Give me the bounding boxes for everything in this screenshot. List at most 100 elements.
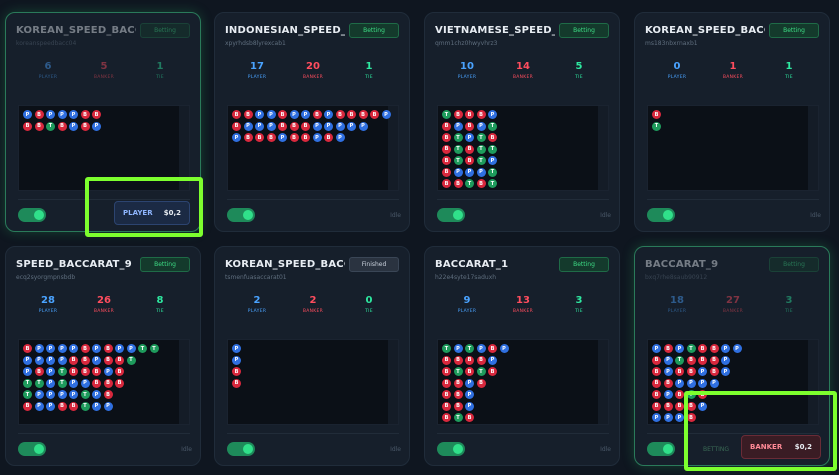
- bead-road: PBBBPTPBPPBBBP: [18, 105, 190, 191]
- bead-player: P: [34, 401, 44, 411]
- auto-bet-toggle[interactable]: [437, 208, 465, 222]
- auto-bet-toggle[interactable]: [18, 442, 46, 456]
- bead-banker: B: [442, 156, 451, 165]
- player-stat: 6 PLAYER: [38, 61, 58, 80]
- table-id: bxq7rhe8saub90912: [645, 274, 708, 281]
- table-card[interactable]: KOREAN_SPEED_BACCARAT koreanspeedbacc04 …: [5, 12, 201, 232]
- toggle-knob: [663, 210, 673, 220]
- stats-row: 0 PLAYER 1 BANKER 1 TIE: [635, 61, 829, 91]
- road-scrollbar[interactable]: [808, 340, 818, 424]
- road-scrollbar[interactable]: [388, 106, 398, 190]
- bead-banker: B: [301, 121, 310, 131]
- bet-amount: $0,2: [794, 443, 812, 451]
- bead-player: P: [686, 378, 696, 388]
- status-badge: Betting: [349, 23, 399, 38]
- road-scrollbar[interactable]: [808, 106, 818, 190]
- bead-player: P: [69, 390, 78, 399]
- auto-bet-toggle[interactable]: [227, 442, 255, 456]
- bead-player: P: [453, 344, 463, 353]
- bead-player: P: [663, 367, 673, 376]
- bead-tie: T: [476, 144, 486, 154]
- status-badge: Betting: [140, 257, 190, 272]
- bead-banker: B: [80, 367, 90, 376]
- table-card[interactable]: KOREAN_SPEED_BACCARAT tsmenfuasaccarat01…: [214, 246, 410, 466]
- bead-banker: B: [663, 401, 673, 411]
- table-card[interactable]: KOREAN_SPEED_BACCARAT ms183nbxrnaxb1 Bet…: [634, 12, 830, 232]
- table-title: KOREAN_SPEED_BACCARAT: [16, 25, 136, 36]
- bead-banker: B: [476, 355, 486, 365]
- road-scrollbar[interactable]: [179, 340, 189, 424]
- toggle-knob: [34, 210, 44, 220]
- bead-banker: B: [80, 344, 90, 353]
- tie-stat: 8 TIE: [156, 295, 164, 314]
- auto-bet-toggle[interactable]: [18, 208, 46, 222]
- bead-banker: B: [442, 378, 451, 388]
- bead-banker: B: [453, 390, 463, 399]
- auto-bet-toggle[interactable]: [437, 442, 465, 456]
- bead-banker: B: [358, 110, 368, 119]
- table-id: ecq2syorgmpnsbdb: [16, 274, 76, 281]
- bead-banker: B: [442, 179, 451, 188]
- bead-tie: T: [476, 367, 486, 376]
- bead-tie: T: [138, 344, 147, 353]
- stats-row: 6 PLAYER 5 BANKER 1 TIE: [6, 61, 200, 91]
- bead-banker: B: [686, 413, 696, 422]
- bead-banker: B: [289, 121, 299, 131]
- player-bet-chip[interactable]: PLAYER $0,2: [114, 201, 190, 225]
- bead-banker: B: [442, 133, 451, 142]
- bead-banker: B: [652, 110, 661, 119]
- bead-banker: B: [453, 355, 463, 365]
- bead-player: P: [347, 121, 356, 131]
- banker-stat: 26 BANKER: [93, 295, 115, 314]
- bead-banker: B: [289, 133, 299, 142]
- bead-player: P: [652, 344, 661, 353]
- table-card[interactable]: SPEED_BACCARAT_9 ecq2syorgmpnsbdb Bettin…: [5, 246, 201, 466]
- auto-bet-toggle[interactable]: [647, 208, 675, 222]
- road-scrollbar[interactable]: [388, 340, 398, 424]
- bead-banker: B: [488, 344, 497, 353]
- bead-banker: B: [92, 367, 101, 376]
- table-id: ms183nbxrnaxb1: [645, 40, 698, 47]
- bead-tie: T: [80, 401, 90, 411]
- tie-stat: 1 TIE: [365, 61, 373, 80]
- table-card[interactable]: BACCARAT_1 h22e4syte17saduxh Betting 9 PL…: [424, 246, 620, 466]
- bead-player: P: [675, 413, 684, 422]
- table-card[interactable]: BACCARAT_9 bxq7rhe8saub90912 Betting 18 P…: [634, 246, 830, 466]
- stats-row: 18 PLAYER 27 BANKER 3 TIE: [635, 295, 829, 325]
- banker-bet-chip[interactable]: BANKER $0,2: [741, 435, 821, 459]
- bead-tie: T: [34, 378, 44, 388]
- table-card[interactable]: INDONESIAN_SPEED_BACCARAT xpyrhdsb8lyrex…: [214, 12, 410, 232]
- bead-player: P: [476, 344, 486, 353]
- bead-player: P: [34, 344, 44, 353]
- road-scrollbar[interactable]: [179, 106, 189, 190]
- bead-banker: B: [34, 367, 44, 376]
- bead-player: P: [34, 390, 44, 399]
- bead-tie: T: [442, 110, 451, 119]
- bead-tie: T: [476, 133, 486, 142]
- bead-player: P: [103, 367, 113, 376]
- stats-row: 10 PLAYER 14 BANKER 5 TIE: [425, 61, 619, 91]
- bead-banker: B: [698, 390, 707, 399]
- banker-stat: 27 BANKER: [722, 295, 744, 314]
- road-scrollbar[interactable]: [598, 106, 608, 190]
- table-card[interactable]: VIETNAMESE_SPEED_BACCARAT qmm1chz0hwyvhr…: [424, 12, 620, 232]
- auto-bet-toggle[interactable]: [227, 208, 255, 222]
- bead-banker: B: [488, 133, 497, 142]
- bet-label: PLAYER: [123, 209, 153, 217]
- road-scrollbar[interactable]: [598, 340, 608, 424]
- tie-stat: 3 TIE: [575, 295, 583, 314]
- bead-player: P: [289, 110, 299, 119]
- bead-player: P: [46, 378, 55, 388]
- bead-banker: B: [442, 167, 451, 177]
- bead-banker: B: [103, 355, 113, 365]
- bead-player: P: [69, 378, 78, 388]
- bead-tie: T: [652, 121, 661, 131]
- bead-player: P: [675, 344, 684, 353]
- auto-bet-toggle[interactable]: [647, 442, 675, 456]
- bead-banker: B: [709, 355, 719, 365]
- status-badge: Betting: [769, 257, 819, 272]
- bead-tie: T: [675, 355, 684, 365]
- bead-player: P: [358, 121, 368, 131]
- bead-banker: B: [103, 390, 113, 399]
- bead-tie: T: [442, 344, 451, 353]
